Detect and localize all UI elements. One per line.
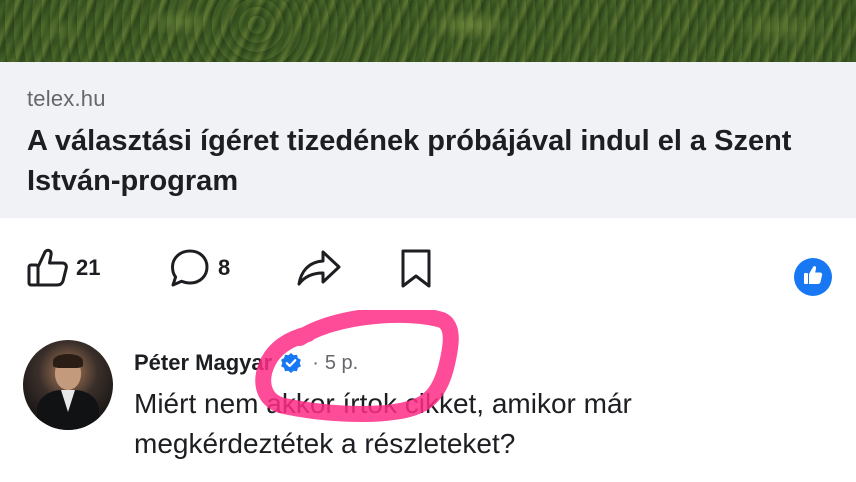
thumbs-up-icon — [802, 264, 824, 291]
share-arrow-icon — [296, 246, 342, 290]
post-action-bar: 21 8 — [0, 218, 856, 318]
save-button[interactable] — [396, 246, 436, 290]
link-title[interactable]: A választási ígéret tizedének próbájával… — [27, 121, 827, 201]
comment: Péter Magyar · 5 p. Miért nem akkor írto… — [0, 330, 856, 482]
like-button[interactable]: 21 — [26, 246, 100, 290]
comment-button[interactable]: 8 — [168, 246, 230, 290]
bookmark-icon — [396, 246, 436, 290]
link-preview-image[interactable] — [0, 0, 856, 62]
speech-bubble-icon — [168, 246, 212, 290]
avatar[interactable] — [23, 340, 113, 430]
link-domain: telex.hu — [27, 86, 106, 111]
like-reaction-badge[interactable] — [794, 258, 832, 296]
comment-count: 8 — [218, 255, 231, 280]
comment-header: Péter Magyar · 5 p. — [134, 348, 358, 378]
share-button[interactable] — [296, 246, 342, 290]
comment-author[interactable]: Péter Magyar — [134, 350, 272, 376]
link-preview-card[interactable]: telex.hu A választási ígéret tizedének p… — [0, 62, 856, 218]
meta-separator: · — [312, 351, 319, 374]
comment-timestamp[interactable]: 5 p. — [325, 352, 358, 375]
thumbs-up-icon — [26, 246, 70, 290]
comment-text: Miért nem akkor írtok cikket, amikor már… — [134, 388, 632, 459]
verified-badge-icon — [280, 352, 302, 374]
like-count: 21 — [76, 255, 101, 280]
